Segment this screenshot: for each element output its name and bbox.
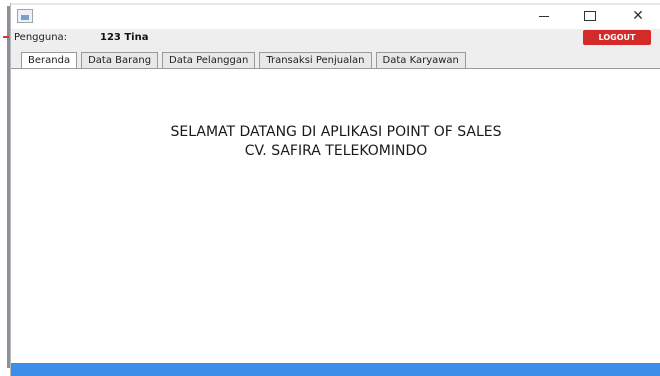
- logout-button[interactable]: LOGOUT: [583, 30, 651, 45]
- welcome-line-2: CV. SAFIRA TELEKOMINDO: [244, 143, 428, 159]
- tab-transaksi-penjualan[interactable]: Transaksi Penjualan: [259, 52, 372, 68]
- app-window: ✕ Pengguna: 123 Tina LOGOUT Beranda Data…: [10, 3, 660, 376]
- java-app-icon: [17, 9, 33, 23]
- welcome-line-1: SELAMAT DATANG DI APLIKASI POINT OF SALE…: [170, 124, 502, 140]
- tab-data-pelanggan[interactable]: Data Pelanggan: [162, 52, 256, 68]
- close-icon: ✕: [632, 8, 644, 24]
- beranda-panel: SELAMAT DATANG DI APLIKASI POINT OF SALE…: [11, 68, 660, 364]
- tab-beranda[interactable]: Beranda: [21, 52, 78, 69]
- bottom-status-bar: [11, 363, 660, 376]
- desktop-edge-marker: [3, 36, 9, 38]
- tab-data-karyawan[interactable]: Data Karyawan: [375, 52, 466, 68]
- welcome-message: SELAMAT DATANG DI APLIKASI POINT OF SALE…: [11, 123, 660, 161]
- maximize-icon: [584, 11, 596, 21]
- close-button[interactable]: ✕: [621, 6, 655, 26]
- user-label: Pengguna:: [14, 32, 68, 43]
- user-bar: Pengguna: 123 Tina: [11, 29, 660, 47]
- title-bar: ✕: [11, 3, 660, 29]
- minimize-icon: [539, 15, 549, 17]
- maximize-button[interactable]: [573, 6, 607, 26]
- user-name: 123 Tina: [100, 32, 149, 43]
- desktop-edge: [0, 0, 10, 376]
- tab-data-barang[interactable]: Data Barang: [81, 52, 159, 68]
- minimize-button[interactable]: [527, 6, 561, 26]
- tab-bar: Beranda Data Barang Data Pelanggan Trans…: [21, 52, 470, 69]
- title-bar-top-line: [11, 3, 660, 5]
